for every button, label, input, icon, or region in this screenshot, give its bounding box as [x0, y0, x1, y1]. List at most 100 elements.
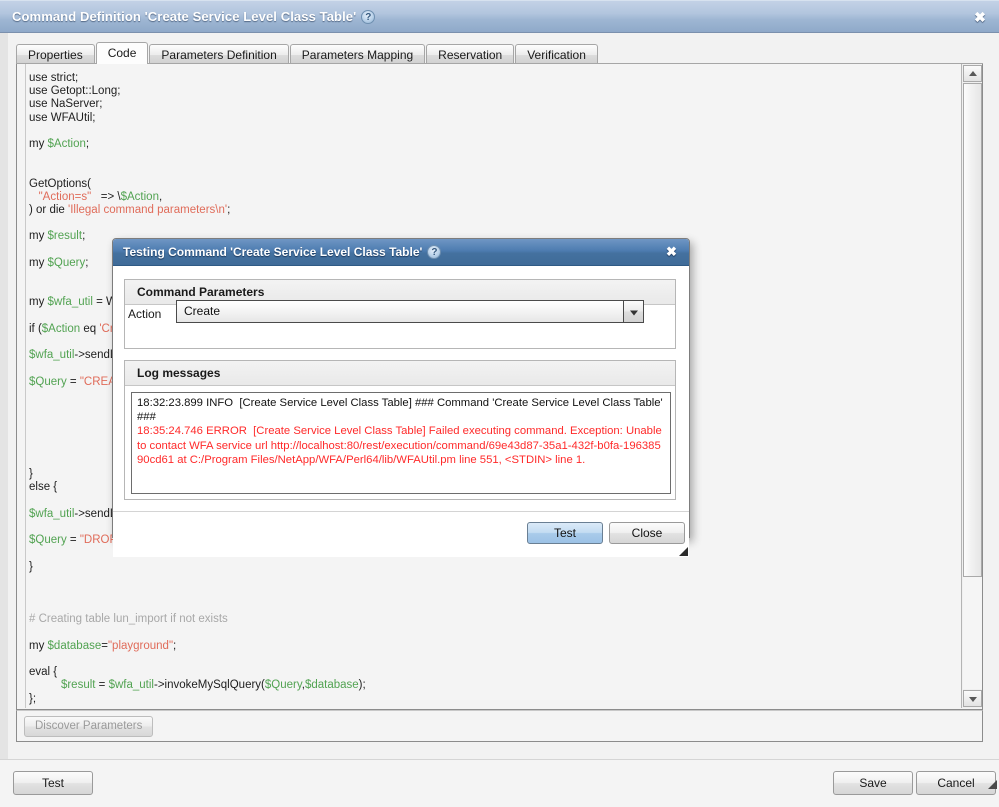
- tab-verification[interactable]: Verification: [515, 44, 598, 65]
- code-token: $wfa_util: [108, 679, 154, 692]
- code-token: ->sendL: [74, 507, 117, 520]
- dialog-footer: Test Close: [113, 511, 689, 557]
- code-token: =: [101, 639, 108, 652]
- code-token: # Creating table lun_import if not exist…: [29, 613, 228, 626]
- code-line: use Getopt::Long;: [29, 85, 949, 98]
- log-messages-group: Log messages 18:32:23.899 INFO [Create S…: [124, 360, 676, 500]
- discover-parameters-button[interactable]: Discover Parameters: [24, 716, 154, 737]
- code-token: $Action: [120, 190, 159, 203]
- code-token: use NaServer;: [29, 98, 103, 111]
- test-button[interactable]: Test: [13, 771, 93, 795]
- code-line: };: [29, 693, 949, 706]
- scrollbar-thumb[interactable]: [963, 83, 982, 577]
- code-token: $Action: [47, 138, 86, 151]
- log-messages-box[interactable]: 18:32:23.899 INFO [Create Service Level …: [131, 392, 671, 494]
- tab-parameters-definition[interactable]: Parameters Definition: [149, 44, 289, 65]
- code-token: eval {: [29, 666, 58, 679]
- window-left-gutter: [0, 33, 8, 773]
- code-token: =: [95, 679, 109, 692]
- close-icon[interactable]: ✖: [972, 9, 988, 25]
- dialog-help-icon[interactable]: ?: [427, 244, 442, 259]
- code-token: $Query: [264, 679, 302, 692]
- code-token: $Query: [47, 256, 86, 269]
- code-line: my $Action;: [29, 138, 949, 151]
- dialog-resize-handle[interactable]: [679, 547, 688, 556]
- code-token: GetOptions(: [29, 177, 91, 190]
- code-token: $wfa_util: [29, 507, 75, 520]
- code-token: $Query: [29, 534, 67, 547]
- code-token: ;: [173, 639, 177, 652]
- code-token: ;: [85, 138, 90, 151]
- tab-parameters-mapping[interactable]: Parameters Mapping: [289, 44, 426, 65]
- action-select-value: Create: [184, 304, 221, 318]
- window-resize-handle[interactable]: [988, 780, 997, 789]
- cancel-button[interactable]: Cancel: [916, 771, 996, 795]
- tab-reservation[interactable]: Reservation: [426, 44, 515, 65]
- dialog-body: Command Parameters Action Create Log mes…: [113, 266, 689, 511]
- code-token: }: [29, 560, 33, 573]
- code-token: if (: [29, 322, 42, 335]
- code-token: use WFAUtil;: [29, 111, 96, 124]
- dialog-close-button[interactable]: Close: [609, 522, 685, 544]
- code-token: use strict;: [29, 72, 79, 84]
- dialog-title-bar: Testing Command 'Create Service Level Cl…: [113, 239, 689, 266]
- window-title: Command Definition 'Create Service Level…: [12, 9, 376, 25]
- code-token: eq: [80, 322, 100, 335]
- dialog-test-button[interactable]: Test: [527, 522, 603, 544]
- code-line: "Action=s" => \$Action,: [29, 191, 949, 204]
- code-token: my: [29, 296, 48, 309]
- log-entry: 18:32:23.899 INFO [Create Service Level …: [137, 397, 666, 424]
- code-line: use WFAUtil;: [29, 112, 949, 125]
- code-vertical-scrollbar[interactable]: [961, 64, 982, 708]
- code-toolbar: Discover Parameters: [16, 710, 983, 742]
- log-messages-header: Log messages: [125, 361, 675, 386]
- code-token: $Action: [41, 322, 81, 335]
- scroll-down-icon[interactable]: [963, 690, 982, 707]
- code-token: $database: [304, 679, 359, 692]
- testing-command-dialog: Testing Command 'Create Service Level Cl…: [112, 238, 690, 557]
- code-gutter-rule: [25, 64, 26, 708]
- code-token: ;: [85, 256, 89, 269]
- code-token: $wfa_util: [29, 349, 75, 362]
- help-icon[interactable]: ?: [361, 9, 376, 24]
- code-line: GetOptions(: [29, 178, 949, 191]
- code-line: eval {: [29, 666, 949, 679]
- window-title-bar: Command Definition 'Create Service Level…: [0, 0, 999, 33]
- code-token: my: [29, 138, 48, 151]
- code-token: ->sendL: [74, 349, 117, 362]
- tab-code[interactable]: Code: [95, 42, 149, 64]
- code-token: "Action=s": [38, 190, 92, 203]
- log-messages-title: Log messages: [137, 366, 221, 380]
- save-button[interactable]: Save: [833, 771, 913, 795]
- code-token: };: [29, 692, 37, 705]
- dialog-close-icon[interactable]: ✖: [664, 244, 679, 259]
- chevron-down-icon[interactable]: [623, 301, 643, 322]
- tab-bar: Properties Code Parameters Definition Param…: [16, 42, 983, 65]
- code-line: # Creating table lun_import if not exist…: [29, 613, 949, 626]
- code-token: ;: [82, 230, 86, 243]
- code-token: $Query: [29, 375, 67, 388]
- code-line: use strict;: [29, 72, 949, 85]
- action-label: Action: [128, 307, 162, 321]
- code-token: =: [66, 375, 80, 388]
- scroll-up-icon[interactable]: [963, 65, 982, 82]
- code-token: 'Illegal command parameters\n': [68, 204, 228, 217]
- window-footer: Test Save Cancel: [0, 759, 999, 807]
- code-token: ,: [158, 190, 163, 203]
- code-line: my $database="playground";: [29, 640, 949, 653]
- action-select[interactable]: Create: [176, 300, 644, 323]
- code-token: );: [358, 679, 366, 692]
- code-line: }: [29, 561, 949, 574]
- tab-properties[interactable]: Properties: [16, 44, 95, 65]
- code-token: ) or die: [29, 204, 68, 217]
- code-token: => \: [91, 190, 121, 203]
- window-title-text: Command Definition 'Create Service Level…: [12, 9, 357, 24]
